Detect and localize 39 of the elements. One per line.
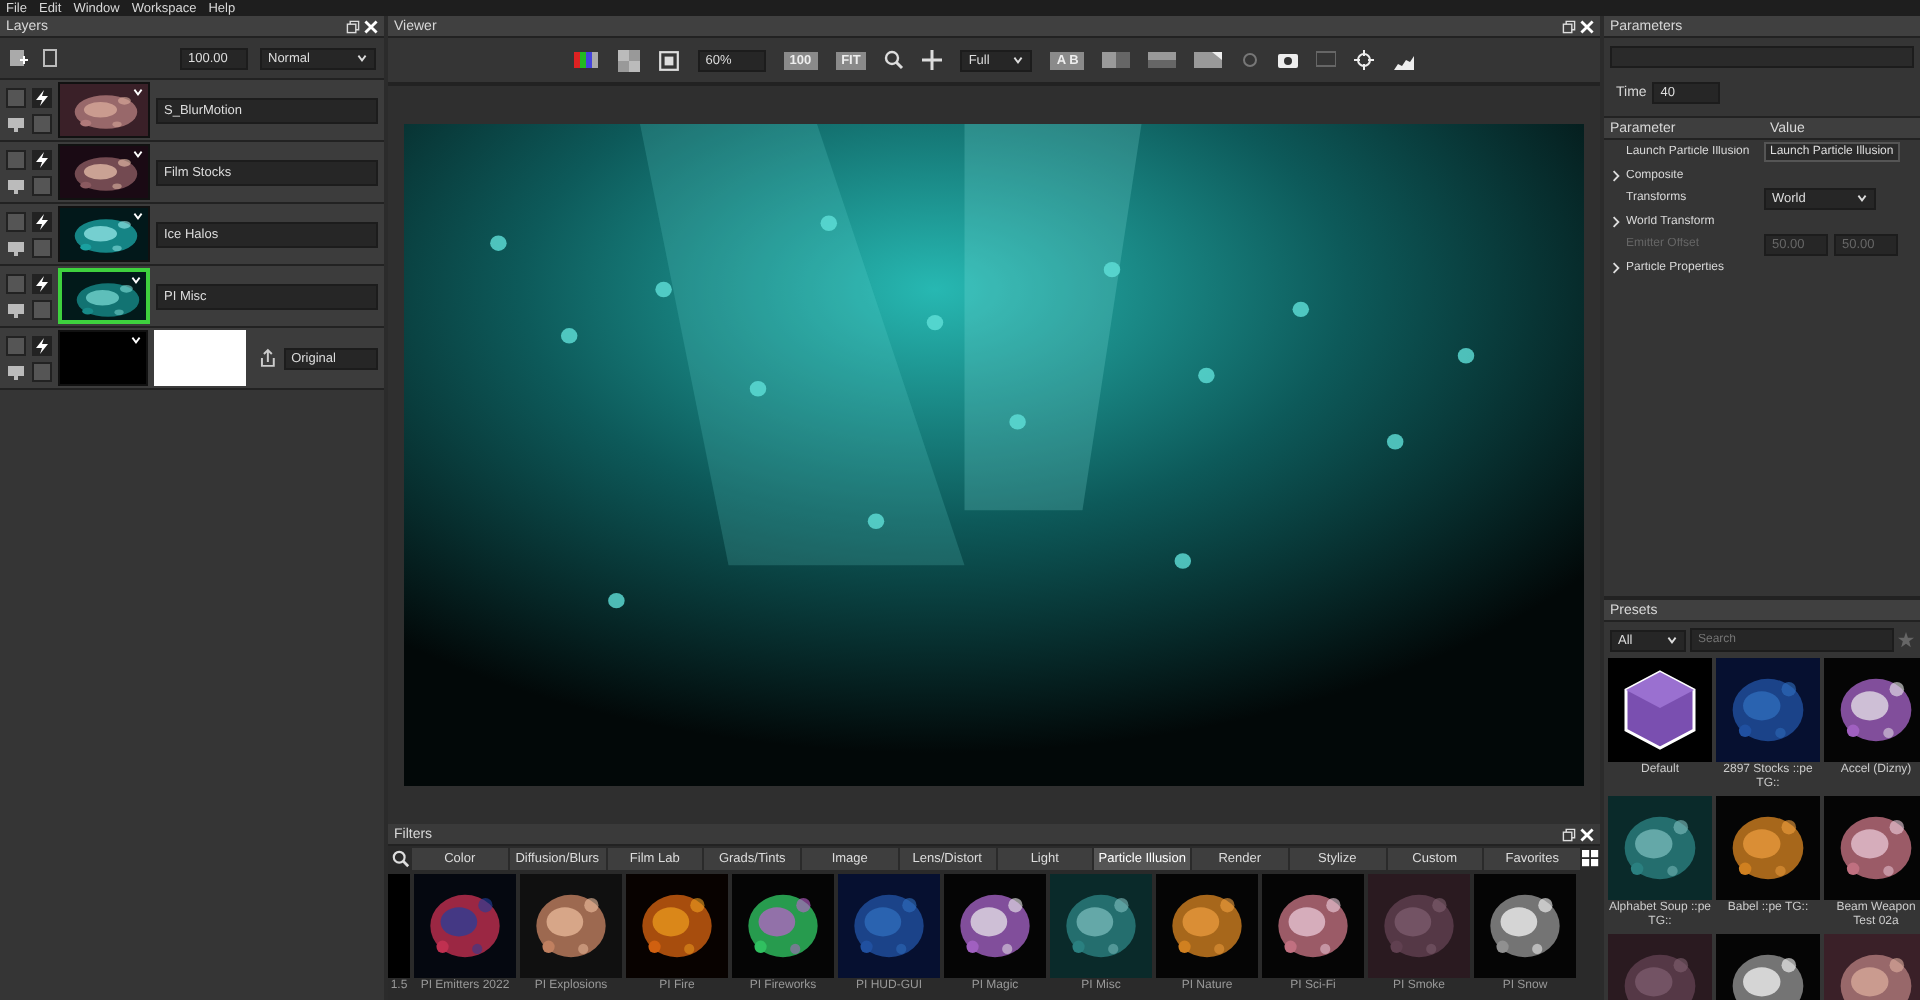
close-icon[interactable] [1580, 19, 1594, 33]
close-icon[interactable] [1580, 827, 1594, 841]
layer-thumbnail[interactable] [58, 206, 150, 262]
lightning-icon[interactable] [32, 273, 52, 293]
frame-icon[interactable] [657, 49, 680, 71]
overlay-icon[interactable] [1194, 50, 1223, 70]
grid-view-icon[interactable] [1582, 849, 1600, 867]
text-field[interactable] [1610, 46, 1914, 68]
matte-swatch[interactable] [154, 330, 246, 386]
lightning-icon[interactable] [32, 335, 52, 355]
hexagon-logo-icon[interactable] [1620, 668, 1700, 752]
star-icon[interactable] [1898, 632, 1914, 648]
restore-icon[interactable] [1562, 827, 1576, 841]
close-icon[interactable] [364, 19, 378, 33]
camera-icon[interactable] [1278, 50, 1299, 70]
share-icon[interactable] [257, 348, 278, 368]
chevron-down-icon[interactable] [1012, 54, 1025, 66]
move-icon[interactable] [922, 50, 943, 70]
horizontal-split-icon[interactable] [1148, 50, 1177, 70]
split-view-icon[interactable] [1102, 50, 1131, 70]
lightning-icon[interactable] [32, 87, 52, 107]
lightning-icon[interactable] [32, 211, 52, 231]
restore-icon[interactable] [346, 19, 360, 33]
chevron-down-icon[interactable] [1666, 634, 1678, 646]
chevron-down-icon[interactable] [356, 52, 368, 64]
search-icon[interactable] [884, 50, 905, 70]
restore-icon[interactable] [1562, 19, 1576, 33]
target-icon[interactable] [1354, 50, 1375, 70]
layer-thumbnail[interactable] [58, 82, 150, 138]
lightning-icon[interactable] [32, 149, 52, 169]
frame-icon[interactable] [40, 48, 60, 68]
search-icon[interactable] [392, 849, 410, 867]
layer-thumbnail[interactable] [58, 144, 150, 200]
layer-thumbnail[interactable] [58, 330, 149, 386]
rgb-channels-icon[interactable] [571, 50, 600, 70]
add-layer-icon[interactable] [8, 48, 28, 68]
chevron-down-icon[interactable] [1856, 192, 1868, 204]
layer-thumbnail[interactable] [58, 268, 150, 324]
checker-icon[interactable] [617, 49, 640, 71]
